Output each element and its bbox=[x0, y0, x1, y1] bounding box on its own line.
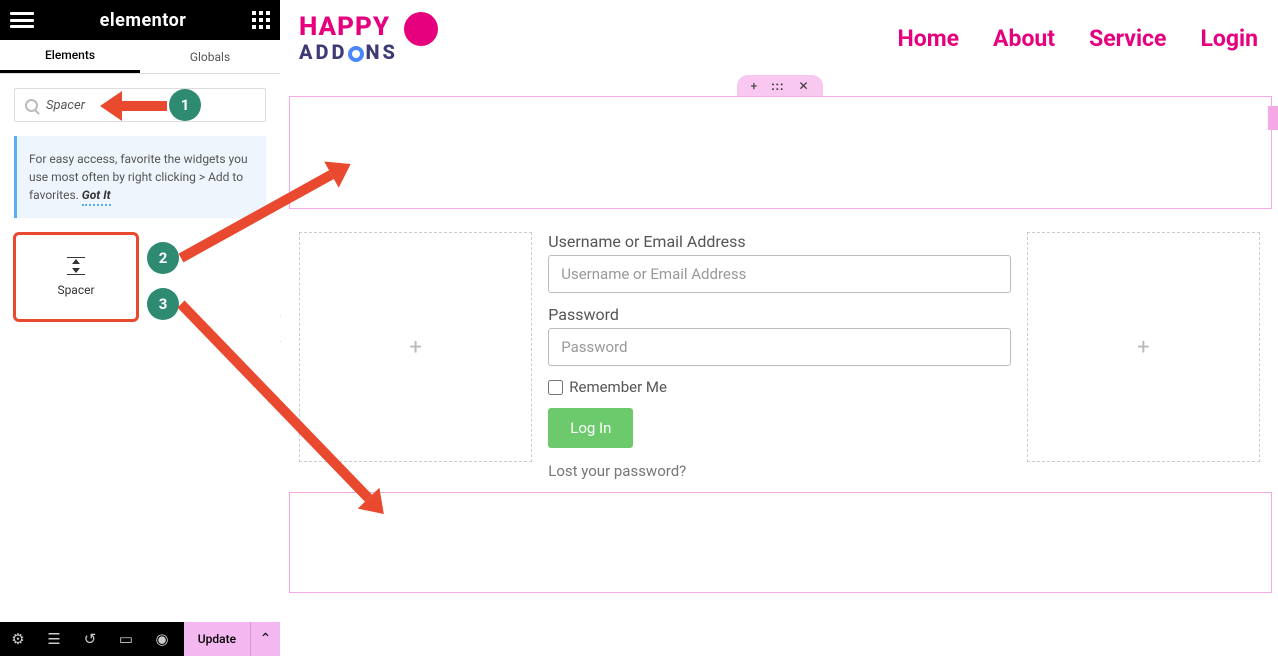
panel-tabs: Elements Globals bbox=[0, 40, 280, 74]
password-field[interactable] bbox=[548, 328, 1011, 366]
remember-checkbox[interactable] bbox=[548, 380, 563, 395]
search-icon bbox=[25, 99, 38, 112]
logo-line1: HAPPY bbox=[299, 14, 398, 40]
form-section: + Username or Email Address Password Rem… bbox=[299, 232, 1260, 462]
nav-service[interactable]: Service bbox=[1089, 25, 1166, 52]
menu-icon[interactable] bbox=[10, 12, 34, 28]
tip-text: For easy access, favorite the widgets yo… bbox=[29, 152, 248, 202]
section-drag-icon[interactable]: ::: bbox=[771, 80, 784, 92]
nav-home[interactable]: Home bbox=[897, 25, 959, 52]
panel-header: elementor bbox=[0, 0, 280, 40]
nav-about[interactable]: About bbox=[993, 25, 1055, 52]
responsive-icon[interactable]: ▭ bbox=[108, 622, 144, 656]
username-label: Username or Email Address bbox=[548, 232, 1011, 251]
step-marker-1: 1 bbox=[169, 89, 201, 121]
history-icon[interactable]: ↺ bbox=[72, 622, 108, 656]
tab-globals[interactable]: Globals bbox=[140, 40, 280, 73]
password-label: Password bbox=[548, 305, 1011, 324]
preview-icon[interactable]: ◉ bbox=[144, 622, 180, 656]
widget-spacer[interactable]: Spacer bbox=[13, 232, 139, 322]
widget-label: Spacer bbox=[57, 283, 94, 297]
empty-column-left[interactable]: + bbox=[299, 232, 532, 462]
update-button[interactable]: Update bbox=[184, 622, 250, 656]
brand-label: elementor bbox=[100, 10, 187, 31]
remember-label: Remember Me bbox=[569, 378, 667, 396]
section-toolbar: + ::: ✕ bbox=[736, 75, 822, 97]
lost-password-link[interactable]: Lost your password? bbox=[548, 462, 1011, 480]
spacer-icon bbox=[67, 257, 85, 275]
settings-icon[interactable]: ⚙ bbox=[0, 622, 36, 656]
elementor-panel: elementor Elements Globals For easy acce… bbox=[0, 0, 280, 622]
logo-mark-icon bbox=[404, 12, 438, 46]
site-header: HAPPY ADDNS Home About Service Login bbox=[281, 0, 1278, 76]
update-dropdown[interactable]: ⌃ bbox=[250, 622, 280, 656]
tip-gotit[interactable]: Got It bbox=[82, 188, 111, 206]
remember-me[interactable]: Remember Me bbox=[548, 378, 1011, 396]
editor-canvas: HAPPY ADDNS Home About Service Login + :… bbox=[281, 0, 1278, 656]
nav-menu: Home About Service Login bbox=[897, 25, 1258, 52]
navigator-icon[interactable]: ☰ bbox=[36, 622, 72, 656]
section-resize-handle[interactable] bbox=[1268, 106, 1278, 130]
section-close-icon[interactable]: ✕ bbox=[798, 80, 808, 92]
apps-icon[interactable] bbox=[252, 11, 270, 29]
login-button[interactable]: Log In bbox=[548, 408, 633, 448]
nav-login[interactable]: Login bbox=[1200, 25, 1258, 52]
section-add-icon[interactable]: + bbox=[750, 80, 757, 92]
step-marker-3: 3 bbox=[147, 288, 179, 320]
panel-footer: ⚙ ☰ ↺ ▭ ◉ Update ⌃ bbox=[0, 622, 280, 656]
logo-line2: ADDNS bbox=[299, 42, 398, 62]
empty-column-right[interactable]: + bbox=[1027, 232, 1260, 462]
tab-elements[interactable]: Elements bbox=[0, 40, 140, 73]
section-top[interactable] bbox=[289, 96, 1272, 209]
section-bottom[interactable] bbox=[289, 492, 1272, 593]
username-field[interactable] bbox=[548, 255, 1011, 293]
login-form: Username or Email Address Password Remem… bbox=[542, 232, 1017, 462]
site-logo[interactable]: HAPPY ADDNS bbox=[299, 14, 438, 62]
step-marker-2: 2 bbox=[147, 242, 179, 274]
favorites-tip: For easy access, favorite the widgets yo… bbox=[14, 136, 266, 218]
